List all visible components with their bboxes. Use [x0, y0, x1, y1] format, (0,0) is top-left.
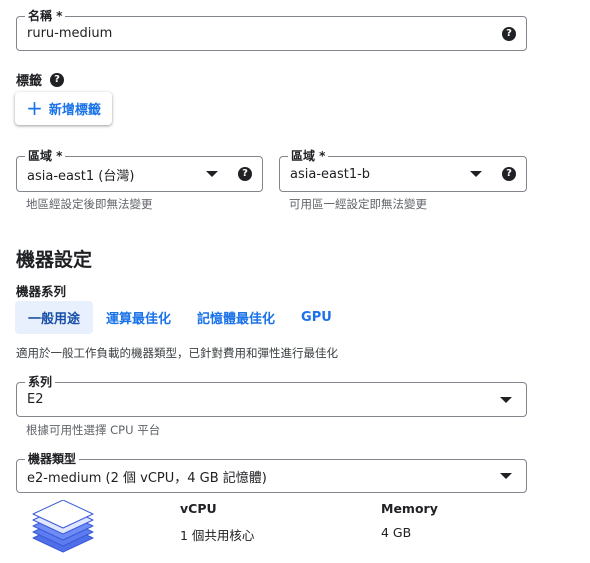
vcpu-header: vCPU: [180, 501, 217, 516]
series-value: E2: [27, 392, 44, 407]
name-input[interactable]: ruru-medium: [27, 26, 502, 41]
tab-gpu[interactable]: GPU: [288, 301, 345, 334]
zone-select[interactable]: 區域 * asia-east1-b ?: [279, 148, 527, 192]
plus-icon: +: [26, 95, 43, 120]
memory-header: Memory: [381, 501, 438, 516]
zone-hint: 可用區一經設定即無法變更: [289, 197, 427, 211]
region-value: asia-east1 (台灣): [27, 168, 135, 184]
add-label-button-label: 新增標籤: [48, 103, 101, 118]
region-label: 區域 *: [25, 148, 66, 164]
machine-config-title: 機器設定: [16, 249, 93, 271]
series-select[interactable]: 系列 E2: [16, 374, 527, 417]
chevron-down-icon[interactable]: [470, 171, 482, 177]
tab-memory-optimized[interactable]: 記憶體最佳化: [184, 301, 288, 334]
labels-heading-text: 標籤: [16, 74, 43, 89]
series-hint: 根據可用性選擇 CPU 平台: [26, 423, 161, 437]
help-icon[interactable]: ?: [502, 26, 516, 41]
vcpu-value: 1 個共用核心: [180, 528, 255, 543]
zone-label: 區域 *: [288, 148, 329, 164]
chevron-down-icon[interactable]: [500, 473, 512, 479]
chevron-down-icon[interactable]: [500, 396, 512, 403]
labels-heading: 標籤 ?: [16, 70, 65, 89]
region-hint: 地區經設定後即無法變更: [26, 197, 153, 211]
machine-type-label: 機器類型: [25, 451, 80, 467]
machine-family-label: 機器系列: [16, 284, 67, 299]
name-field[interactable]: 名稱 * ruru-medium ?: [16, 8, 527, 51]
memory-value: 4 GB: [381, 525, 412, 540]
family-description: 適用於一般工作負載的機器類型，已針對費用和彈性進行最佳化: [16, 346, 338, 360]
machine-type-select[interactable]: 機器類型 e2-medium (2 個 vCPU，4 GB 記憶體): [16, 451, 527, 493]
machine-family-tabs: 一般用途 運算最佳化 記憶體最佳化 GPU: [15, 301, 345, 334]
machine-type-value: e2-medium (2 個 vCPU，4 GB 記憶體): [27, 470, 267, 486]
tab-compute-optimized[interactable]: 運算最佳化: [93, 301, 184, 334]
chevron-down-icon[interactable]: [206, 171, 218, 177]
name-field-label: 名稱 *: [25, 8, 66, 24]
help-icon[interactable]: ?: [238, 167, 252, 181]
zone-value: asia-east1-b: [290, 166, 371, 182]
help-icon[interactable]: ?: [502, 167, 516, 181]
machine-stack-icon: [32, 500, 94, 553]
series-label: 系列: [25, 374, 56, 390]
region-select[interactable]: 區域 * asia-east1 (台灣) ?: [16, 148, 263, 192]
help-icon[interactable]: ?: [50, 72, 65, 87]
tab-general-purpose[interactable]: 一般用途: [15, 301, 94, 334]
add-label-button[interactable]: + 新增標籤: [15, 92, 112, 125]
